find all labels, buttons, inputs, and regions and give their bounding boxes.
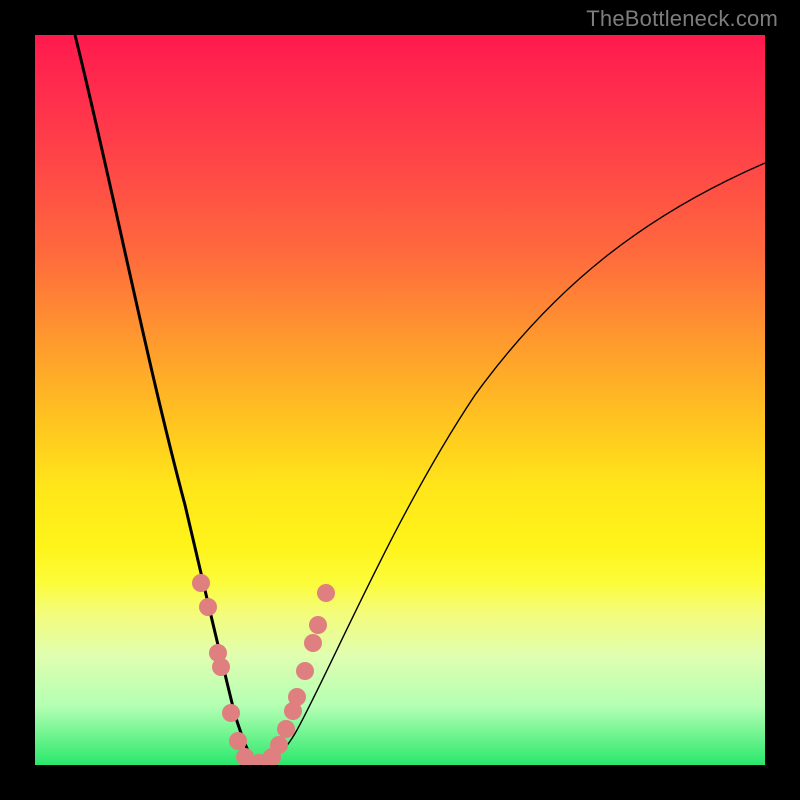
curve-right	[257, 163, 765, 764]
marker-group-right	[259, 584, 335, 765]
chart-frame: TheBottleneck.com	[0, 0, 800, 800]
chart-svg	[35, 35, 765, 765]
curve-left	[75, 35, 257, 764]
chart-plot-area	[35, 35, 765, 765]
watermark-text: TheBottleneck.com	[586, 6, 778, 32]
marker-group-left	[192, 574, 268, 765]
